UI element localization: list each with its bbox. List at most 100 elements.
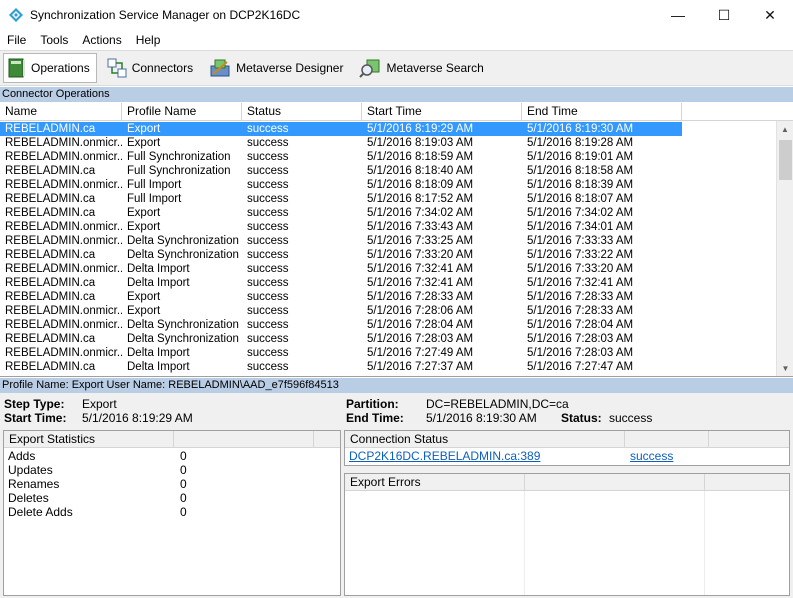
cell-status: success <box>247 207 289 219</box>
cell-start-time: 5/1/2016 7:32:41 AM <box>367 277 474 289</box>
operations-book-icon <box>8 58 25 78</box>
cell-status: success <box>247 277 289 289</box>
column-header-start-time[interactable]: Start Time <box>362 103 522 120</box>
cell-start-time: 5/1/2016 8:17:52 AM <box>367 193 474 205</box>
stat-label: Delete Adds <box>8 505 73 519</box>
connectors-label: Connectors <box>131 61 194 75</box>
connection-status-title[interactable]: Connection Status <box>345 431 625 447</box>
cell-status: success <box>242 122 362 136</box>
cell-profile-name: Delta Synchronization <box>127 235 239 247</box>
connection-server-link[interactable]: DCP2K16DC.REBELADMIN.ca:389 <box>349 449 540 463</box>
cell-start-time: 5/1/2016 7:33:25 AM <box>367 235 474 247</box>
stat-row-deletes[interactable]: Deletes 0 <box>4 491 340 505</box>
sync-service-app-icon <box>9 8 23 22</box>
cell-profile-name: Delta Synchronization <box>127 333 239 345</box>
connectors-button[interactable]: Connectors <box>103 53 199 83</box>
cell-end-time: 5/1/2016 7:33:33 AM <box>527 235 634 247</box>
stat-row-adds[interactable]: Adds 0 <box>4 449 340 463</box>
table-row[interactable]: REBELADMIN.ca Full Import success 5/1/2016 … <box>0 192 775 206</box>
stat-label: Updates <box>8 463 53 477</box>
end-time-label: End Time: <box>346 411 404 425</box>
table-row[interactable]: REBELADMIN.onmicr... Delta Synchronizatio… <box>0 234 775 248</box>
table-row[interactable]: REBELADMIN.onmicr... Export success 5/1/201… <box>0 136 775 150</box>
start-time-value: 5/1/2016 8:19:29 AM <box>82 411 193 425</box>
operations-table: Name Profile Name Status Start Time End … <box>0 103 793 377</box>
column-header-profile-name[interactable]: Profile Name <box>122 103 242 120</box>
table-row[interactable]: REBELADMIN.onmicr... Delta Synchronizatio… <box>0 318 775 332</box>
table-row[interactable]: REBELADMIN.ca Delta Synchronization succes… <box>0 332 775 346</box>
window-controls: — ☐ ✕ <box>655 0 793 30</box>
column-header-name[interactable]: Name <box>0 103 122 120</box>
cell-status: success <box>247 347 289 359</box>
stat-value: 0 <box>180 505 187 519</box>
cell-profile-name: Delta Synchronization <box>127 319 239 331</box>
table-row[interactable]: REBELADMIN.ca Export success 5/1/2016 7:34:… <box>0 206 775 220</box>
stat-row-delete-adds[interactable]: Delete Adds 0 <box>4 505 340 519</box>
scroll-thumb[interactable] <box>779 140 792 180</box>
cell-profile-name: Delta Import <box>127 263 190 275</box>
export-errors-list <box>345 491 789 595</box>
export-statistics-title[interactable]: Export Statistics <box>4 431 174 447</box>
cell-name: REBELADMIN.onmicr... <box>5 137 122 149</box>
table-row[interactable]: REBELADMIN.onmicr... Delta Import success 5… <box>0 346 775 360</box>
scroll-down-arrow-icon[interactable]: ▼ <box>777 360 793 376</box>
table-row[interactable]: REBELADMIN.ca Full Synchronization success… <box>0 164 775 178</box>
menu-tools[interactable]: Tools <box>33 33 75 47</box>
menu-actions[interactable]: Actions <box>75 33 128 47</box>
menu-help[interactable]: Help <box>129 33 168 47</box>
export-errors-column-2[interactable] <box>525 474 705 490</box>
cell-start-time: 5/1/2016 8:19:29 AM <box>362 122 522 136</box>
stat-row-renames[interactable]: Renames 0 <box>4 477 340 491</box>
scroll-up-arrow-icon[interactable]: ▲ <box>777 121 793 138</box>
cell-name: REBELADMIN.onmicr... <box>5 305 122 317</box>
cell-end-time: 5/1/2016 8:18:07 AM <box>527 193 634 205</box>
table-row[interactable]: REBELADMIN.ca Delta Import success 5/1/2016… <box>0 360 775 374</box>
metaverse-designer-button[interactable]: Metaverse Designer <box>205 53 349 83</box>
cell-profile-name: Full Synchronization <box>127 151 231 163</box>
column-header-status[interactable]: Status <box>242 103 362 120</box>
connection-status-link[interactable]: success <box>630 449 673 463</box>
menu-file[interactable]: File <box>0 33 33 47</box>
stat-row-updates[interactable]: Updates 0 <box>4 463 340 477</box>
cell-profile-name: Full Import <box>127 179 182 191</box>
cell-start-time: 5/1/2016 7:28:04 AM <box>367 319 474 331</box>
table-row[interactable]: REBELADMIN.onmicr... Full Synchronization… <box>0 150 775 164</box>
toolbar: Operations Connectors Metaverse Designer… <box>0 50 793 86</box>
profile-details-header: Profile Name: Export User Name: REBELADM… <box>0 378 793 393</box>
table-row[interactable]: REBELADMIN.ca Export success 5/1/2016 7:28:… <box>0 290 775 304</box>
cell-status: success <box>247 179 289 191</box>
table-row[interactable]: REBELADMIN.onmicr... Export success 5/1/201… <box>0 220 775 234</box>
stat-value: 0 <box>180 477 187 491</box>
stat-label: Adds <box>8 449 36 463</box>
table-row[interactable]: REBELADMIN.ca Delta Synchronization succes… <box>0 248 775 262</box>
operations-scrollbar[interactable]: ▲ ▼ <box>776 121 793 376</box>
cell-profile-name: Export <box>127 137 161 149</box>
cell-status: success <box>247 333 289 345</box>
table-row[interactable]: REBELADMIN.onmicr... Full Import success 5/… <box>0 178 775 192</box>
column-header-end-time[interactable]: End Time <box>522 103 682 120</box>
table-row[interactable]: REBELADMIN.ca Export success 5/1/2016 8:19:… <box>0 122 775 136</box>
maximize-button[interactable]: ☐ <box>701 0 747 30</box>
cell-end-time: 5/1/2016 7:27:47 AM <box>527 361 634 373</box>
cell-profile-name: Export <box>127 221 161 233</box>
table-row[interactable]: REBELADMIN.ca Delta Import success 5/1/2016… <box>0 276 775 290</box>
window-title: Synchronization Service Manager on DCP2K… <box>30 8 301 22</box>
menu-bar: File Tools Actions Help <box>0 30 793 50</box>
cell-profile-name: Delta Import <box>127 277 190 289</box>
export-statistics-value-column[interactable] <box>174 431 314 447</box>
export-errors-column-3 <box>705 474 789 490</box>
cell-profile-name: Export <box>127 305 161 317</box>
export-errors-title[interactable]: Export Errors <box>345 474 525 490</box>
cell-start-time: 5/1/2016 7:27:49 AM <box>367 347 474 359</box>
close-button[interactable]: ✕ <box>747 0 793 30</box>
operations-button[interactable]: Operations <box>3 53 97 83</box>
table-row[interactable]: REBELADMIN.onmicr... Delta Import success 5… <box>0 262 775 276</box>
cell-status: success <box>247 305 289 317</box>
connection-status-result-column[interactable] <box>625 431 709 447</box>
minimize-button[interactable]: — <box>655 0 701 30</box>
table-row[interactable]: REBELADMIN.onmicr... Export success 5/1/201… <box>0 304 775 318</box>
metaverse-search-button[interactable]: Metaverse Search <box>355 53 489 83</box>
cell-start-time: 5/1/2016 7:33:43 AM <box>367 221 474 233</box>
cell-end-time: 5/1/2016 8:19:01 AM <box>527 151 634 163</box>
cell-status: success <box>247 263 289 275</box>
